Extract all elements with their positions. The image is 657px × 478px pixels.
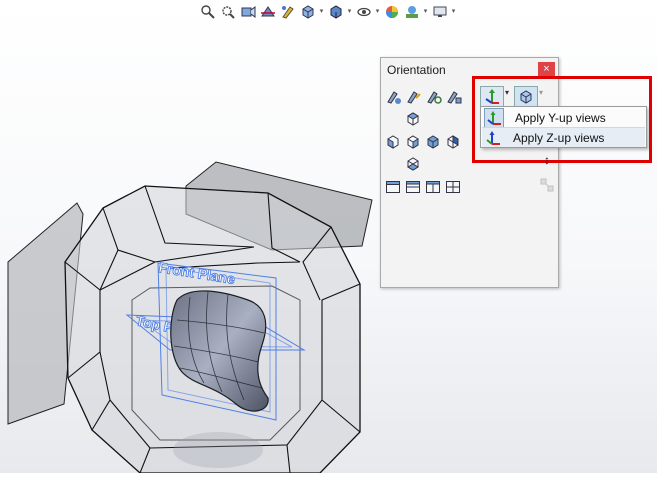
chevron-down-icon[interactable]: ▾ [450,2,457,22]
dialog-title: Orientation [387,63,446,77]
view-settings-icon[interactable] [430,2,449,22]
back-view-icon[interactable] [445,134,461,150]
up-axis-dropdown: Apply Y-up views Apply Z-up views [480,106,647,148]
new-view-icon[interactable] [385,88,403,106]
bottom-view-icon[interactable] [405,156,421,172]
apply-y-up-views-item[interactable]: Apply Y-up views [482,107,645,128]
up-axis-button[interactable] [480,86,504,108]
apply-scene-icon[interactable] [402,2,421,22]
mouse-cursor-icon: ↕ [544,153,550,167]
chevron-down-icon[interactable]: ▾ [505,88,509,97]
edit-appearance-icon[interactable] [382,2,401,22]
two-view-horizontal-icon[interactable] [405,179,421,195]
update-standard-views-icon[interactable] [405,88,423,106]
view-selector-icon[interactable] [445,88,463,106]
four-view-icon[interactable] [445,179,461,195]
link-views-icon [539,177,555,193]
chevron-down-icon[interactable]: ▾ [346,2,353,22]
apply-z-up-views-item[interactable]: Apply Z-up views [482,127,645,147]
chevron-down-icon[interactable]: ▾ [318,2,325,22]
front-view-icon[interactable] [405,134,421,150]
two-view-vertical-icon[interactable] [425,179,441,195]
chevron-down-icon[interactable]: ▾ [422,2,429,22]
view-cube-icon [520,90,532,104]
chevron-down-icon[interactable]: ▾ [374,2,381,22]
left-view-icon[interactable] [385,134,401,150]
zoom-to-fit-icon[interactable] [198,2,217,22]
dynamic-annotation-icon[interactable] [278,2,297,22]
previous-view-icon[interactable] [238,2,257,22]
reset-standard-views-icon[interactable] [425,88,443,106]
zoom-to-area-icon[interactable] [218,2,237,22]
menu-item-label: Apply Y-up views [515,110,606,125]
menu-item-label: Apply Z-up views [513,130,605,145]
hide-show-items-icon[interactable] [354,2,373,22]
single-view-icon[interactable] [385,179,401,195]
orientation-dialog: Orientation × ▾ ▾ [380,57,559,288]
y-up-axis-icon [484,107,504,128]
top-view-icon[interactable] [405,111,421,127]
display-style-icon[interactable] [326,2,345,22]
right-view-icon[interactable] [425,134,441,150]
heads-up-view-toolbar: ▾ ▾ ▾ ▾ ▾ [198,1,457,23]
view-orientation-icon[interactable] [298,2,317,22]
z-up-axis-icon [484,129,502,147]
y-up-axis-icon [485,89,499,104]
view-cube-button[interactable] [514,86,538,108]
close-icon[interactable]: × [538,62,555,77]
section-view-icon[interactable] [258,2,277,22]
chevron-down-icon[interactable]: ▾ [539,88,543,97]
